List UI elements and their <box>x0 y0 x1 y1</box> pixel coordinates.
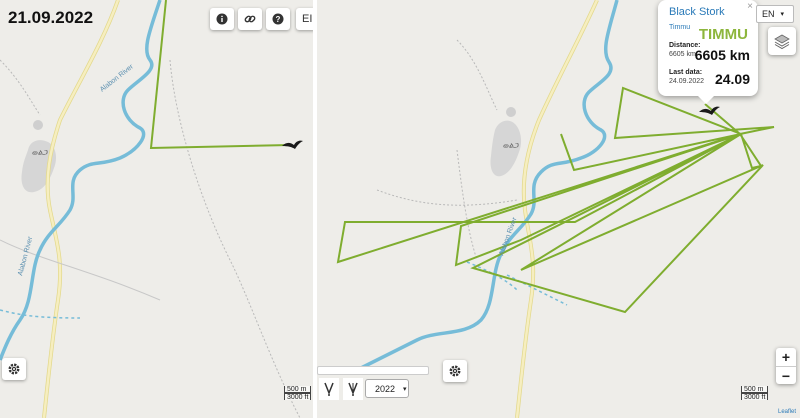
layers-icon <box>774 34 790 50</box>
settings-button[interactable] <box>2 358 26 380</box>
help-icon: ? <box>272 13 284 25</box>
bird-flight-icon <box>324 382 334 396</box>
attribution-link[interactable]: Leaflet <box>778 409 796 415</box>
scale-metric: 500 m <box>741 386 769 393</box>
year-value: 2022 <box>375 383 396 394</box>
town-label: ወልጋ <box>32 148 48 157</box>
zoom-control: + − <box>776 348 796 384</box>
bird-track <box>336 86 775 314</box>
svg-text:?: ? <box>276 15 281 24</box>
main-road <box>42 0 120 418</box>
town-label: ወልጋ <box>503 141 519 150</box>
scale-imperial: 3000 ft <box>741 393 769 401</box>
track-date-title: 21.09.2022 <box>8 8 94 27</box>
zoom-out-button[interactable]: − <box>776 366 796 384</box>
trail-line <box>376 189 518 206</box>
info-button[interactable] <box>210 8 234 30</box>
year-select[interactable]: 2022 ▾ <box>365 379 409 398</box>
distance-small-value: 6605 km <box>669 51 696 58</box>
chevron-down-icon: ▾ <box>780 11 785 18</box>
popup-tip <box>698 96 714 104</box>
urban-block <box>506 107 516 117</box>
scale-metric: 500 m <box>284 386 312 393</box>
left-map-panel[interactable]: ወልጋ Alabon River Alabon River 21.09.2022… <box>0 0 313 418</box>
track-mode-button[interactable] <box>319 378 339 400</box>
link-button[interactable] <box>238 8 262 30</box>
settings-button[interactable] <box>443 360 467 382</box>
scale-bar: 500 m 3000 ft <box>741 386 769 401</box>
scale-imperial: 3000 ft <box>284 393 312 401</box>
river-label: Alabon River <box>17 235 34 276</box>
stream <box>0 309 81 319</box>
urban-block <box>33 120 43 130</box>
bird-name: TIMMU <box>698 26 748 43</box>
bird-points-icon <box>348 382 358 396</box>
time-slider[interactable] <box>317 366 429 375</box>
bird-icon[interactable] <box>282 140 303 149</box>
species-name: Black Stork <box>669 6 725 18</box>
app-root: ወልጋ Alabon River Alabon River 21.09.2022… <box>0 0 800 418</box>
trail-line <box>456 39 498 111</box>
main-road-fill <box>42 0 120 418</box>
last-data-value: 24.09 <box>714 71 750 87</box>
chevron-down-icon: ▾ <box>403 385 407 393</box>
last-data-small-value: 24.09.2022 <box>669 78 705 85</box>
gear-icon <box>449 365 461 377</box>
points-mode-button[interactable] <box>343 378 363 400</box>
zoom-in-button[interactable]: + <box>776 348 796 366</box>
last-data-label: Last data: <box>669 69 703 76</box>
language-button[interactable]: EI <box>296 8 313 30</box>
scale-bar: 500 m 3000 ft <box>284 386 312 401</box>
trail-line <box>0 59 41 116</box>
bird-info-popup: × Black Stork Timmu TIMMU Distance: 6605… <box>658 0 758 104</box>
trail-line <box>169 59 301 418</box>
left-map-canvas[interactable]: ወልጋ Alabon River Alabon River <box>0 0 313 418</box>
bird-ident: Timmu <box>669 24 691 31</box>
info-icon <box>216 13 228 25</box>
close-icon[interactable]: × <box>747 1 753 12</box>
layers-button[interactable] <box>768 27 796 55</box>
language-value: EN <box>762 9 775 19</box>
language-select[interactable]: EN ▾ <box>756 5 794 23</box>
gear-icon <box>8 363 20 375</box>
distance-value: 6605 km <box>694 47 750 63</box>
link-icon <box>244 15 256 23</box>
help-button[interactable]: ? <box>266 8 290 30</box>
